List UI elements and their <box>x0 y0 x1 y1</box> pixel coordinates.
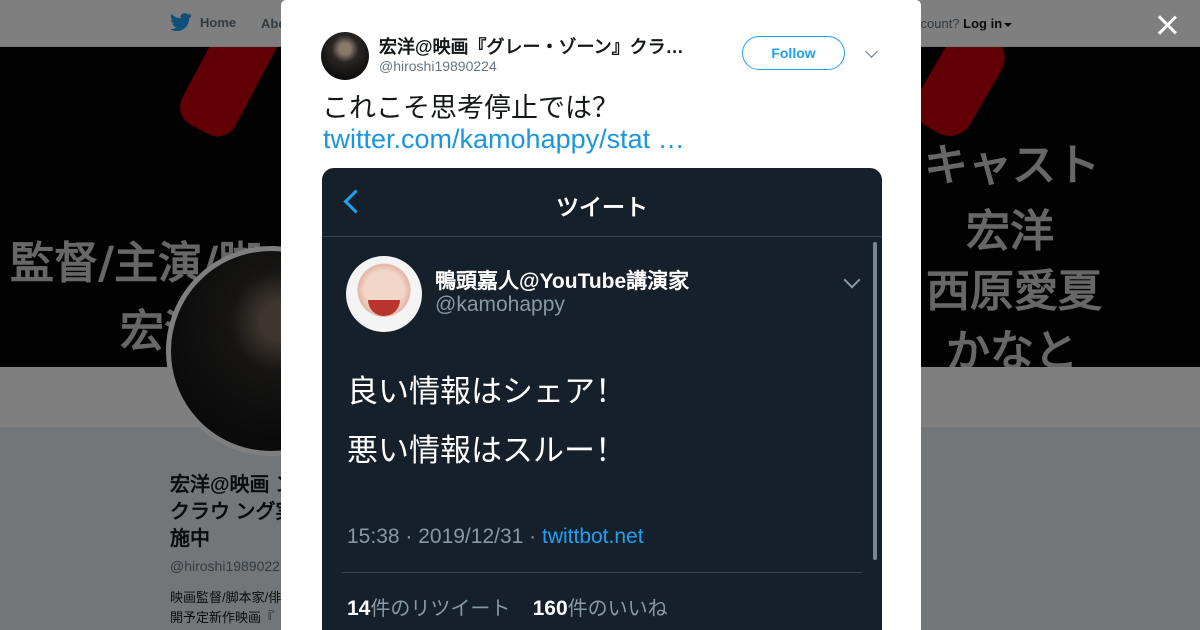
embedded-header: ツイート <box>322 168 882 237</box>
embedded-header-title: ツイート <box>556 194 648 220</box>
like-label: 件のいいね <box>567 598 668 620</box>
tweet-media-image[interactable]: ツイート 鴨頭嘉人@YouTube講演家 @kamohappy 良い情報はシェア… <box>322 168 882 630</box>
embedded-author-name: 鴨頭嘉人@YouTube講演家 <box>435 270 690 293</box>
tweet-link[interactable]: twitter.com/kamohappy/stat … <box>323 124 685 155</box>
retweet-count: 14 <box>347 597 371 620</box>
author-handle[interactable]: @hiroshi19890224 <box>379 58 497 74</box>
embedded-text-line: 良い情報はシェア！ <box>347 374 626 409</box>
retweet-label: 件のリツイート <box>370 598 511 620</box>
tweet-text: これこそ思考停止では？ <box>322 93 619 123</box>
embedded-text-line: 悪い情報はスルー！ <box>347 433 626 468</box>
embedded-timestamp: 15:38 · 2019/12/31 · <box>347 525 542 548</box>
embedded-author-handle: @kamohappy <box>435 293 565 316</box>
embedded-avatar <box>346 256 422 332</box>
embedded-stats: 14件のリツイート 160件のいいね <box>347 592 668 621</box>
like-count: 160 <box>532 597 568 620</box>
embedded-avatar-mouth <box>368 300 400 316</box>
chevron-down-icon <box>843 271 861 289</box>
embedded-scrollbar <box>873 242 877 560</box>
close-icon[interactable] <box>1154 12 1180 38</box>
chevron-down-icon[interactable] <box>865 45 878 58</box>
author-name[interactable]: 宏洋@映画『グレー・ゾーン』クラ… <box>379 33 699 59</box>
tweet-modal: 宏洋@映画『グレー・ゾーン』クラ… @hiroshi19890224 Follo… <box>281 0 921 630</box>
follow-button[interactable]: Follow <box>742 36 845 70</box>
divider <box>342 572 862 573</box>
embedded-meta: 15:38 · 2019/12/31 · twittbot.net <box>347 525 644 549</box>
embedded-source: twittbot.net <box>541 525 644 548</box>
author-avatar[interactable] <box>321 32 369 80</box>
